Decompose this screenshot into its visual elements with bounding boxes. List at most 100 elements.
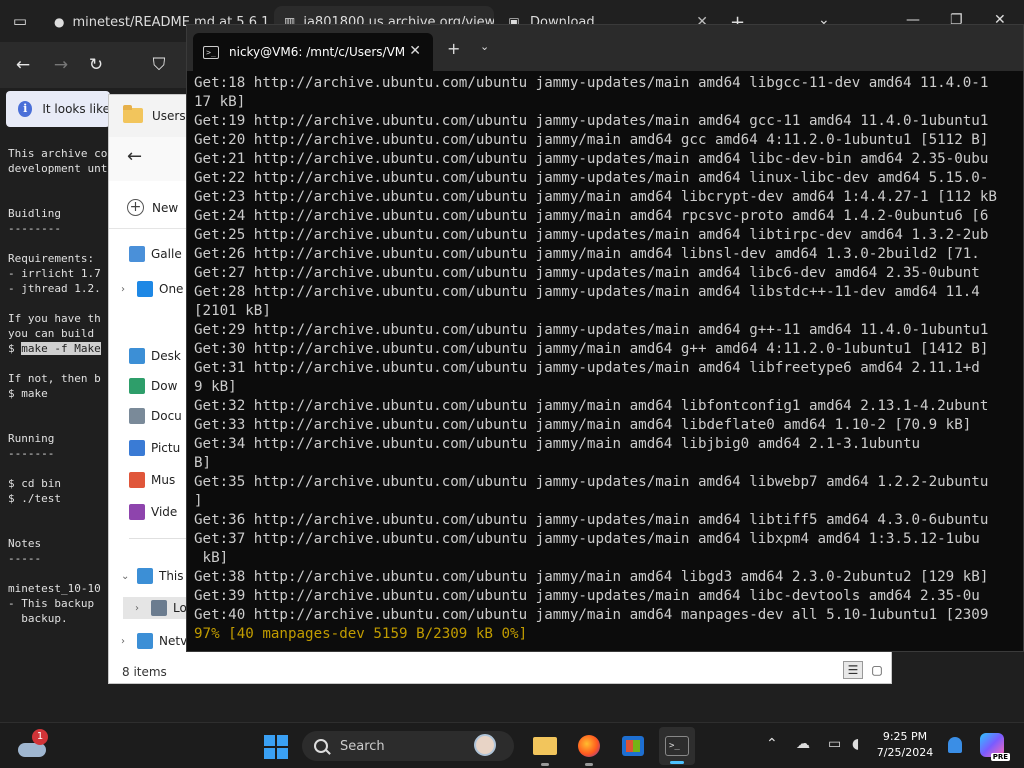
gallery-icon: [129, 246, 145, 262]
firefox-taskbar-button[interactable]: [574, 731, 604, 766]
file-explorer-taskbar-button[interactable]: [530, 731, 560, 766]
folder-icon: [123, 105, 143, 123]
back-arrow-icon[interactable]: ←: [127, 146, 142, 167]
nav-item[interactable]: Desk: [109, 345, 189, 367]
terminal-progress-line: 97% [40 manpages-dev 5159 B/2309 kB 0%]: [194, 626, 528, 642]
back-arrow-icon[interactable]: ←: [12, 54, 34, 76]
site-info-icon[interactable]: ⛉: [148, 54, 170, 76]
terminal-line: Get:40 http://archive.ubuntu.com/ubuntu …: [194, 607, 989, 623]
readme-line: $ ./test: [8, 492, 61, 505]
volume-icon[interactable]: ◖: [852, 736, 859, 752]
notification-bell-icon[interactable]: [948, 737, 962, 753]
terminal-line: Get:21 http://archive.ubuntu.com/ubuntu …: [194, 151, 989, 167]
terminal-tab-title: nicky@VM6: /mnt/c/Users/VM: [229, 45, 406, 59]
desktop-icon: [129, 348, 145, 364]
readme-line: [8, 191, 108, 206]
copilot-icon[interactable]: PRE: [980, 733, 1010, 761]
network-icon: [137, 633, 153, 649]
local-disk-icon: [151, 600, 167, 616]
nav-item-label: Desk: [151, 349, 181, 363]
terminal-tab[interactable]: >_ nicky@VM6: /mnt/c/Users/VM ✕: [193, 33, 433, 71]
info-bar-text: It looks like: [42, 102, 110, 116]
readme-text: This archive co development unt Buidling --…: [8, 146, 108, 626]
close-icon[interactable]: ✕: [409, 43, 421, 59]
readme-line: --------: [8, 222, 61, 235]
nav-item[interactable]: Pictu: [109, 437, 189, 459]
pictures-icon: [129, 440, 145, 456]
terminal-line: Get:33 http://archive.ubuntu.com/ubuntu …: [194, 417, 972, 433]
readme-line: Running: [8, 432, 55, 445]
nav-item[interactable]: › Lo: [123, 597, 189, 619]
readme-line: [8, 416, 108, 431]
weather-widget[interactable]: 1: [18, 729, 48, 761]
forward-arrow-icon[interactable]: →: [50, 54, 72, 76]
tab-actions-icon[interactable]: ▭: [10, 12, 30, 32]
nav-item[interactable]: Vide: [109, 501, 189, 523]
tiles-view-icon[interactable]: ▢: [867, 661, 887, 679]
new-tab-icon[interactable]: +: [447, 39, 460, 58]
terminal-line: ]: [194, 493, 203, 509]
nav-item-label: This: [159, 569, 184, 583]
nav-item-label: Mus: [151, 473, 176, 487]
chevron-up-icon[interactable]: ⌃: [766, 736, 778, 752]
readme-line: you can build: [8, 327, 101, 340]
chevron-down-icon[interactable]: ⌄: [121, 571, 133, 582]
videos-icon: [129, 504, 145, 520]
nav-item[interactable]: Dow: [109, 375, 189, 397]
readme-line: [8, 521, 108, 536]
store-icon: [622, 736, 644, 756]
github-icon: ●: [54, 15, 65, 29]
terminal-line: 17 kB]: [194, 94, 246, 110]
readme-line: Buidling: [8, 207, 61, 220]
readme-line: [8, 236, 108, 251]
readme-line: [8, 176, 108, 191]
new-button-label: New: [152, 200, 179, 215]
terminal-line: Get:31 http://archive.ubuntu.com/ubuntu …: [194, 360, 980, 376]
chevron-right-icon[interactable]: ›: [135, 603, 147, 614]
display-icon[interactable]: ▭: [828, 736, 841, 752]
network-offline-icon[interactable]: ☁: [796, 736, 810, 752]
onedrive-icon: [137, 281, 153, 297]
terminal-icon: >_: [665, 736, 689, 756]
nav-item[interactable]: ⌄ This: [109, 565, 189, 587]
terminal-line: 9 kB]: [194, 379, 237, 395]
terminal-line: Get:24 http://archive.ubuntu.com/ubuntu …: [194, 208, 989, 224]
refresh-icon[interactable]: ↻: [85, 54, 107, 76]
plus-icon: +: [127, 199, 144, 216]
nav-item[interactable]: › One: [109, 278, 189, 300]
nav-item[interactable]: Galle: [109, 243, 189, 265]
chevron-right-icon[interactable]: ›: [121, 636, 133, 647]
readme-line: -------: [8, 447, 55, 460]
view-switcher: ☰ ▢: [843, 661, 887, 679]
readme-line: Requirements:: [8, 252, 95, 265]
nav-item[interactable]: › Netv: [109, 630, 189, 652]
readme-line: Notes: [8, 537, 42, 550]
details-view-icon[interactable]: ☰: [843, 661, 863, 679]
new-button[interactable]: + New: [127, 199, 178, 216]
chevron-right-icon[interactable]: ›: [121, 284, 133, 295]
terminal-line: Get:25 http://archive.ubuntu.com/ubuntu …: [194, 227, 989, 243]
readme-line: This archive co: [8, 147, 108, 160]
start-button[interactable]: [264, 735, 288, 759]
notification-badge: 1: [32, 729, 48, 745]
search-placeholder: Search: [340, 738, 385, 754]
nav-item[interactable]: Docu: [109, 405, 189, 427]
chevron-down-icon[interactable]: ⌄: [480, 40, 489, 53]
preview-badge: PRE: [990, 753, 1010, 761]
terminal-line: Get:22 http://archive.ubuntu.com/ubuntu …: [194, 170, 989, 186]
terminal-line: Get:38 http://archive.ubuntu.com/ubuntu …: [194, 569, 989, 585]
nav-item-label: Vide: [151, 505, 178, 519]
explorer-tab-label[interactable]: Users: [152, 109, 186, 123]
taskbar: 1 Search >_ ⌃ ☁ ▭ ◖ 9:25 PM 7/25/2024 PR…: [0, 722, 1024, 768]
nav-item[interactable]: Mus: [109, 469, 189, 491]
store-taskbar-button[interactable]: [618, 731, 648, 761]
taskbar-search[interactable]: Search: [302, 731, 514, 761]
readme-line: [8, 506, 108, 521]
clock[interactable]: 9:25 PM 7/25/2024: [876, 729, 934, 761]
terminal-output[interactable]: Get:18 http://archive.ubuntu.com/ubuntu …: [194, 74, 1024, 649]
terminal-line: Get:36 http://archive.ubuntu.com/ubuntu …: [194, 512, 989, 528]
search-highlight-icon: [474, 734, 496, 756]
readme-line: [8, 296, 108, 311]
terminal-taskbar-button[interactable]: >_: [659, 727, 695, 765]
terminal-line: Get:37 http://archive.ubuntu.com/ubuntu …: [194, 531, 980, 547]
